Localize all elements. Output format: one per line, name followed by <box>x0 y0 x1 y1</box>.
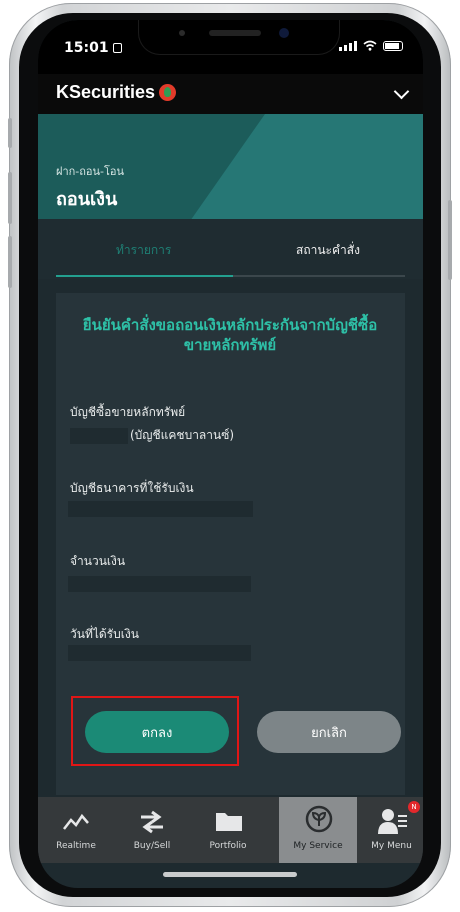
cancel-button[interactable]: ยกเลิก <box>257 711 401 753</box>
ok-button[interactable]: ตกลง <box>85 711 229 753</box>
user-menu-icon <box>378 809 407 834</box>
confirm-title: ยืนยันคำสั่งขอถอนเงินหลักประกันจากบัญชีซ… <box>82 316 378 354</box>
account-type: (บัญชีแคชบาลานซ์) <box>130 428 235 442</box>
field-value-trading-account: (บัญชีแคชบาลานซ์) <box>70 426 234 445</box>
confirm-card: ยืนยันคำสั่งขอถอนเงินหลักประกันจากบัญชีซ… <box>56 293 405 795</box>
nav-my-menu[interactable]: N My Menu <box>360 797 423 863</box>
status-time: 15:01 <box>64 40 122 56</box>
masked-amount <box>68 576 251 592</box>
tab-indicator <box>56 275 233 277</box>
nav-label: My Service <box>293 841 343 851</box>
nav-my-service[interactable]: My Service <box>279 797 357 863</box>
field-label-bank-account: บัญชีธนาคารที่ใช้รับเงิน <box>70 481 194 495</box>
masked-account-number <box>70 427 128 444</box>
power-button <box>448 200 452 280</box>
nav-buy-sell[interactable]: Buy/Sell <box>114 797 190 863</box>
screen: 15:01 KSecurities ฝาก-ถอน-โอน ถอนเงิน ทำ… <box>38 20 423 888</box>
volume-down-button <box>8 236 12 288</box>
service-icon <box>305 805 333 833</box>
page-hero: ฝาก-ถอน-โอน ถอนเงิน <box>38 114 423 219</box>
battery-icon <box>383 41 403 51</box>
signal-icon <box>339 41 357 51</box>
app-logo: KSecurities <box>56 82 177 103</box>
page-title: ถอนเงิน <box>56 189 118 210</box>
screen-record-icon <box>112 43 122 53</box>
nav-label: Realtime <box>56 841 96 851</box>
tab-order-status[interactable]: สถานะคำสั่ง <box>296 241 360 260</box>
breadcrumb: ฝาก-ถอน-โอน <box>56 165 125 178</box>
tab-bar: ทำรายการ สถานะคำสั่ง <box>38 219 423 279</box>
bottom-nav: Realtime Buy/Sell Portfolio My Service N… <box>38 797 423 863</box>
status-bar: 15:01 <box>38 20 423 74</box>
field-label-amount: จำนวนเงิน <box>70 554 126 568</box>
notification-badge: N <box>408 801 420 813</box>
app-header: KSecurities <box>38 74 423 114</box>
volume-up-button <box>8 172 12 224</box>
chart-line-icon <box>63 813 89 830</box>
tab-transaction[interactable]: ทำรายการ <box>116 241 171 260</box>
exchange-arrows-icon <box>141 810 163 834</box>
nav-portfolio[interactable]: Portfolio <box>190 797 266 863</box>
tab-divider <box>233 275 405 277</box>
nav-label: My Menu <box>371 841 412 851</box>
wifi-icon <box>363 40 377 51</box>
nav-label: Buy/Sell <box>133 841 171 851</box>
home-indicator <box>163 872 297 877</box>
nav-label: Portfolio <box>209 841 247 851</box>
masked-receive-date <box>68 645 251 661</box>
folder-icon <box>216 813 242 831</box>
chevron-down-icon[interactable] <box>393 83 410 100</box>
kbank-logo-icon <box>159 84 177 101</box>
field-label-trading-account: บัญชีซื้อขายหลักทรัพย์ <box>70 405 186 419</box>
notch <box>138 20 340 55</box>
mute-switch <box>8 118 12 148</box>
status-icons <box>339 40 403 51</box>
masked-bank-account <box>68 501 253 517</box>
nav-realtime[interactable]: Realtime <box>38 797 114 863</box>
field-label-receive-date: วันที่ได้รับเงิน <box>70 627 139 641</box>
